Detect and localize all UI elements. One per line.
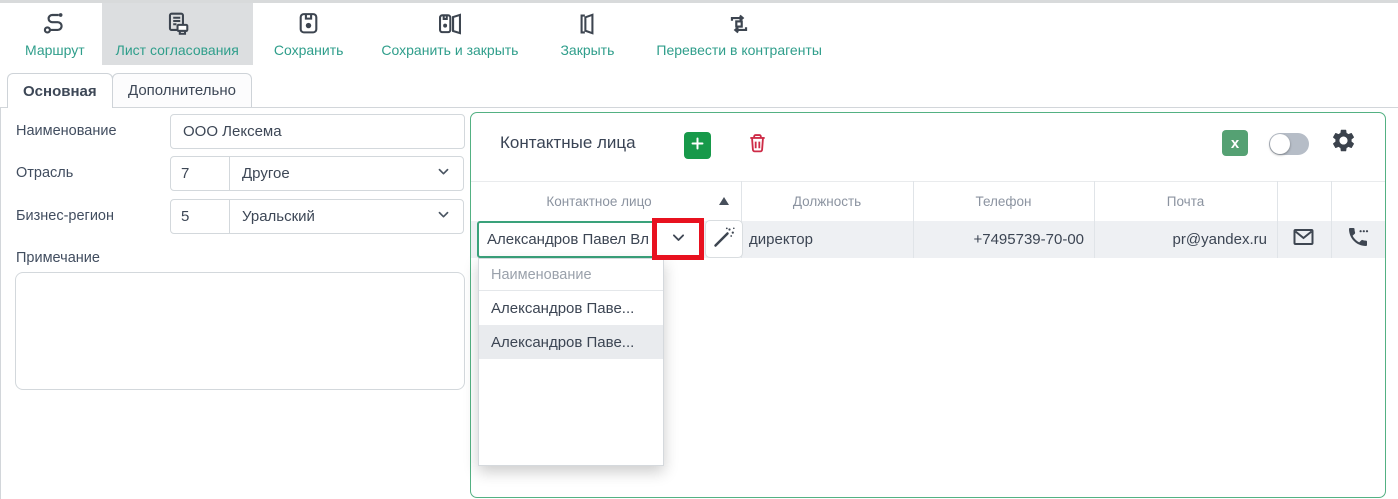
transfer-icon xyxy=(726,11,752,37)
add-contact-button[interactable] xyxy=(684,132,711,159)
business-region-code-input[interactable] xyxy=(170,199,230,234)
column-divider xyxy=(913,181,914,258)
envelope-icon xyxy=(1290,225,1317,254)
column-header-phone[interactable]: Телефон xyxy=(913,181,1094,221)
toolbar-button-label: Сохранить xyxy=(274,42,344,58)
dropdown-item[interactable]: Александров Паве... xyxy=(479,291,663,325)
toolbar-button-save-and-close[interactable]: Сохранить и закрыть xyxy=(364,3,535,65)
export-excel-button[interactable]: x xyxy=(1222,130,1248,156)
contact-combobox-value: Александров Павел Вл xyxy=(479,231,656,248)
route-icon xyxy=(42,11,68,37)
column-header-position[interactable]: Должность xyxy=(741,181,913,221)
panel-toggle-switch[interactable] xyxy=(1269,133,1309,155)
column-header-label: Должность xyxy=(793,194,861,209)
main-toolbar: Маршрут Лист согласования С xyxy=(0,3,1398,65)
toolbar-button-close[interactable]: Закрыть xyxy=(535,3,639,65)
toolbar-button-label: Лист согласования xyxy=(116,42,239,58)
business-region-field-label: Бизнес-регион xyxy=(16,208,114,224)
dropdown-item[interactable]: Александров Паве... xyxy=(479,325,663,359)
note-field-label: Примечание xyxy=(16,250,100,266)
phone-call-icon xyxy=(1346,225,1370,254)
magic-wand-icon xyxy=(712,225,736,254)
screen: Маршрут Лист согласования С xyxy=(0,0,1398,499)
excel-x-icon: x xyxy=(1231,135,1239,152)
toolbar-button-route[interactable]: Маршрут xyxy=(8,3,102,65)
industry-select-value: Другое xyxy=(242,165,436,182)
magic-fill-button[interactable] xyxy=(705,220,743,258)
toolbar-button-label: Перевести в контрагенты xyxy=(656,42,822,58)
delete-contact-button[interactable] xyxy=(745,132,769,159)
industry-select[interactable]: Другое xyxy=(229,156,464,191)
business-region-select-value: Уральский xyxy=(242,208,436,225)
column-header-contact[interactable]: Контактное лицо xyxy=(479,181,719,221)
cell-email[interactable]: pr@yandex.ru xyxy=(1094,221,1267,258)
contact-dropdown-list: Наименование Александров Паве... Алексан… xyxy=(478,258,664,466)
toolbar-button-approval-sheet[interactable]: Лист согласования xyxy=(102,3,253,65)
tab-additional[interactable]: Дополнительно xyxy=(112,73,252,107)
trash-icon xyxy=(746,130,769,162)
plus-icon xyxy=(689,135,706,157)
save-icon xyxy=(296,11,321,37)
note-textarea[interactable] xyxy=(15,272,465,390)
close-door-icon xyxy=(574,11,600,37)
toolbar-button-label: Маршрут xyxy=(25,42,85,58)
send-email-button[interactable] xyxy=(1286,221,1320,258)
tab-main[interactable]: Основная xyxy=(7,73,113,108)
column-divider xyxy=(1094,181,1095,258)
industry-field-label: Отрасль xyxy=(16,165,73,181)
toolbar-button-transfer-to-counterparties[interactable]: Перевести в контрагенты xyxy=(639,3,839,65)
approval-sheet-icon xyxy=(164,11,190,37)
column-header-email[interactable]: Почта xyxy=(1094,181,1277,221)
industry-code-input[interactable] xyxy=(170,156,230,191)
tab-label: Дополнительно xyxy=(128,82,236,99)
annotation-highlight-box xyxy=(652,218,704,260)
settings-button[interactable] xyxy=(1329,129,1357,157)
save-and-close-icon xyxy=(437,11,463,37)
call-phone-button[interactable] xyxy=(1341,221,1375,258)
panel-title: Контактные лица xyxy=(500,133,636,153)
toolbar-button-save[interactable]: Сохранить xyxy=(253,3,365,65)
sort-asc-icon xyxy=(719,197,729,205)
column-divider xyxy=(1331,181,1332,258)
business-region-select[interactable]: Уральский xyxy=(229,199,464,234)
column-header-label: Контактное лицо xyxy=(546,194,651,209)
column-divider xyxy=(1277,181,1278,258)
cell-phone[interactable]: +7495739-70-00 xyxy=(913,221,1084,258)
chevron-down-icon xyxy=(436,164,451,183)
name-field-label: Наименование xyxy=(16,123,117,139)
column-header-label: Телефон xyxy=(975,194,1031,209)
name-input[interactable] xyxy=(170,114,465,149)
tab-label: Основная xyxy=(23,83,97,100)
column-header-label: Почта xyxy=(1167,194,1205,209)
toggle-knob xyxy=(1270,134,1290,154)
cell-position[interactable]: директор xyxy=(749,221,909,258)
toolbar-button-label: Закрыть xyxy=(560,42,614,58)
dropdown-column-header: Наименование xyxy=(479,259,663,291)
chevron-down-icon xyxy=(436,207,451,226)
gear-icon xyxy=(1330,127,1357,159)
toolbar-button-label: Сохранить и закрыть xyxy=(381,42,518,58)
